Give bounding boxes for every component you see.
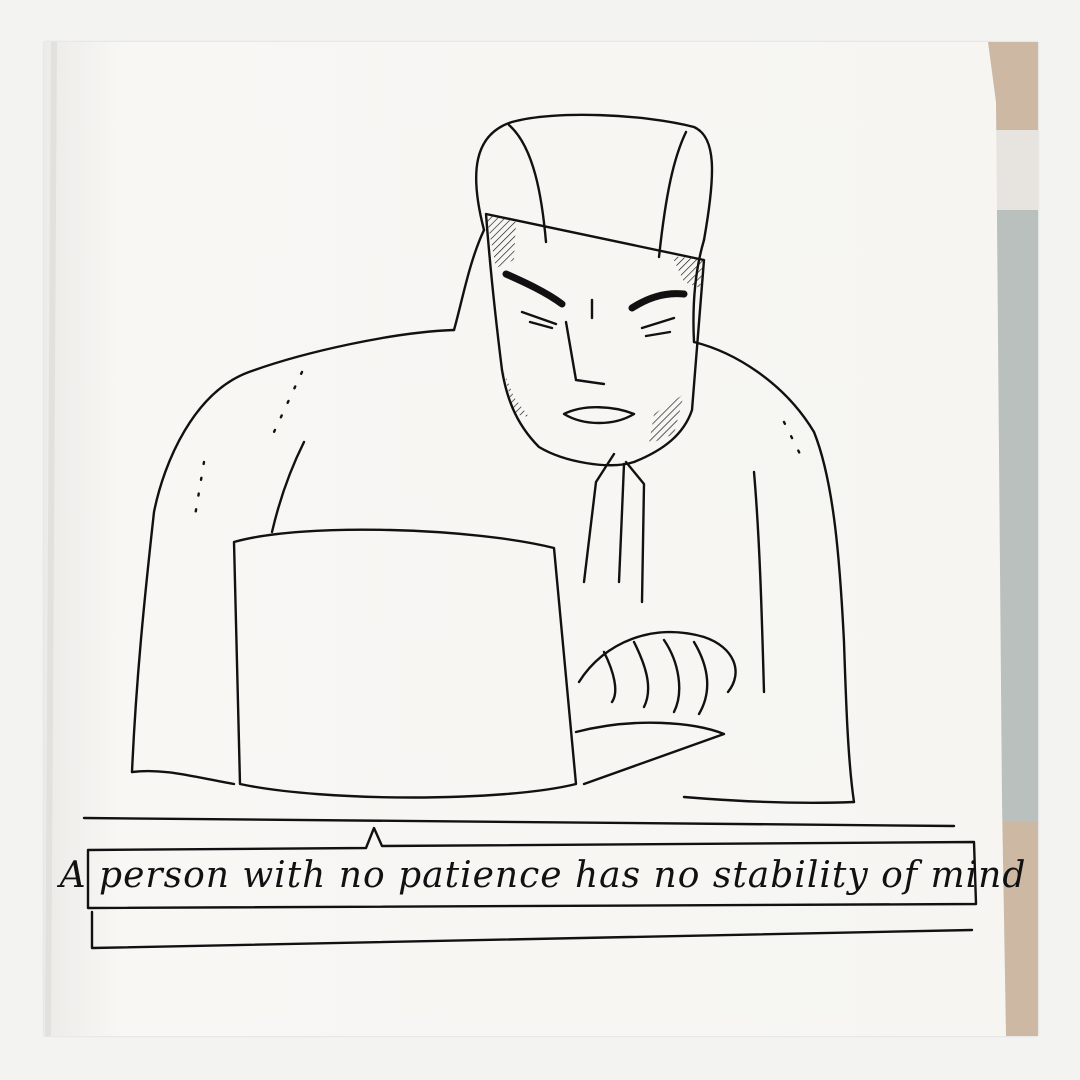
photo-frame: A person with no patience has no stabili…: [44, 42, 1038, 1036]
handwritten-caption: A person with no patience has no stabili…: [59, 854, 1027, 896]
